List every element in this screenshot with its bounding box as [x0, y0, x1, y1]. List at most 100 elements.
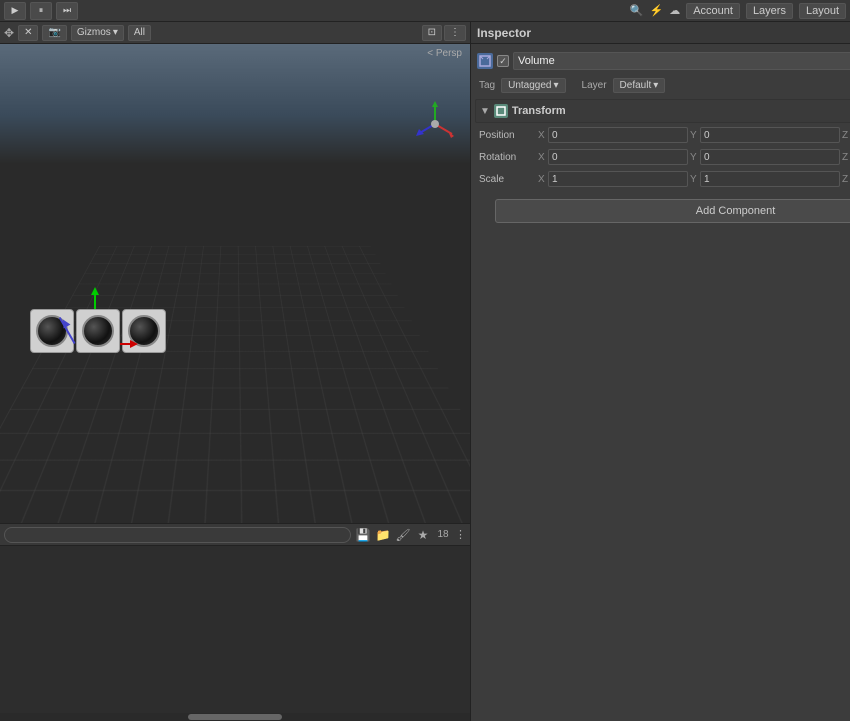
brush-icon[interactable]: 🖌	[395, 527, 411, 543]
scene-toolbar: ✥ ✕ 📷 Gizmos ▾ All ⊡ ⋮	[0, 22, 470, 44]
position-y-input[interactable]	[700, 127, 840, 143]
play-button[interactable]: ▶	[4, 2, 26, 20]
console-more-icon[interactable]: ⋮	[455, 529, 466, 541]
console-count: 18	[435, 527, 451, 543]
scene-view[interactable]: < Persp	[0, 44, 470, 523]
rotation-z-axis: Z	[842, 152, 850, 163]
scale-row: Scale X Y Z	[475, 169, 850, 189]
search-icon[interactable]: 🔍	[630, 4, 644, 17]
transform-title: Transform	[512, 105, 566, 117]
save-icon[interactable]: 💾	[355, 527, 371, 543]
layout-dropdown[interactable]: Layout	[799, 3, 846, 19]
object-header: Volume Static ▾	[475, 48, 850, 74]
console-search-input[interactable]	[4, 527, 351, 543]
position-x-axis: X	[538, 130, 548, 141]
scrollbar-thumb	[188, 714, 282, 720]
rotation-fields: X Y Z	[538, 149, 850, 165]
position-y-axis: Y	[690, 130, 700, 141]
object-active-checkbox[interactable]	[497, 55, 509, 67]
scale-x-axis: X	[538, 174, 548, 185]
position-y-field: Y	[690, 127, 840, 143]
scale-z-axis: Z	[842, 174, 850, 185]
rotation-row: Rotation X Y Z	[475, 147, 850, 167]
scale-label: Scale	[479, 174, 534, 185]
scale-y-field: Y	[690, 171, 840, 187]
camera-obj-center	[76, 309, 120, 353]
tag-layer-row: Tag Untagged ▾ Layer Default ▾	[475, 76, 850, 95]
scale-x-field: X	[538, 171, 688, 187]
top-bar: ▶ ⏸ ⏭ 🔍 ⚡ ☁ Account Layers Layout	[0, 0, 850, 22]
account-dropdown[interactable]: Account	[686, 3, 740, 19]
position-z-axis: Z	[842, 130, 850, 141]
scene-move-icon[interactable]: ✥	[4, 26, 14, 40]
object-name-input[interactable]: Volume	[513, 52, 850, 70]
star-icon[interactable]: ★	[415, 527, 431, 543]
scene-close-btn[interactable]: ✕	[18, 25, 38, 41]
layers-dropdown[interactable]: Layers	[746, 3, 793, 19]
rotation-y-input[interactable]	[700, 149, 840, 165]
rotation-z-field: Z	[842, 149, 850, 165]
layer-label: Layer	[582, 80, 607, 91]
console-toolbar: 💾 📁 🖌 ★ 18 ⋮	[0, 524, 470, 546]
position-fields: X Y Z	[538, 127, 850, 143]
tag-label: Tag	[479, 80, 495, 91]
playback-controls: ▶ ⏸ ⏭	[4, 2, 78, 20]
bolt-icon: ⚡	[649, 4, 663, 17]
rotation-label: Rotation	[479, 152, 534, 163]
position-x-input[interactable]	[548, 127, 688, 143]
tag-chevron-icon: ▾	[554, 80, 559, 91]
layer-value: Default	[620, 80, 652, 91]
inspector-topbar: Inspector 🔒 ⋮	[471, 22, 850, 44]
left-panel: ✥ ✕ 📷 Gizmos ▾ All ⊡ ⋮ < Persp	[0, 22, 470, 721]
scene-camera-btn[interactable]: 📷	[42, 25, 66, 41]
add-component-button[interactable]: Add Component	[495, 199, 850, 223]
folder-icon[interactable]: 📁	[375, 527, 391, 543]
inspector-body: Volume Static ▾ Tag Untagged ▾ Layer Def…	[471, 44, 850, 235]
object-icon	[477, 53, 493, 69]
gizmo-y-arrow	[91, 287, 99, 295]
scale-y-axis: Y	[690, 174, 700, 185]
scale-y-input[interactable]	[700, 171, 840, 187]
layer-chevron-icon: ▾	[653, 80, 658, 91]
scene-object	[30, 309, 166, 353]
corner-gizmo	[410, 99, 460, 149]
inspector-title: Inspector	[477, 26, 531, 40]
pause-button[interactable]: ⏸	[30, 2, 52, 20]
maximize-btn[interactable]: ⊡	[422, 25, 442, 41]
top-bar-right: 🔍 ⚡ ☁ Account Layers Layout	[630, 3, 846, 19]
tag-dropdown[interactable]: Untagged ▾	[501, 78, 565, 93]
transform-collapse-arrow: ▼	[480, 106, 490, 117]
all-dropdown[interactable]: All	[128, 25, 151, 41]
rotation-x-input[interactable]	[548, 149, 688, 165]
more-btn[interactable]: ⋮	[444, 25, 466, 41]
transform-section-header[interactable]: ▼ Transform ? ⚙ ⋮	[475, 99, 850, 123]
rotation-x-axis: X	[538, 152, 548, 163]
all-label: All	[134, 27, 145, 38]
position-x-field: X	[538, 127, 688, 143]
main-content: ✥ ✕ 📷 Gizmos ▾ All ⊡ ⋮ < Persp	[0, 22, 850, 721]
camera-obj-right	[122, 309, 166, 353]
gizmos-label: Gizmos	[77, 27, 111, 38]
position-z-field: Z	[842, 127, 850, 143]
tag-value: Untagged	[508, 80, 551, 91]
inspector-panel: Inspector 🔒 ⋮ Volume Static	[470, 22, 850, 721]
scale-z-field: Z	[842, 171, 850, 187]
gizmos-dropdown[interactable]: Gizmos ▾	[71, 25, 124, 41]
console-icons: 💾 📁 🖌 ★ 18	[355, 527, 451, 543]
scale-fields: X Y Z	[538, 171, 850, 187]
scale-x-input[interactable]	[548, 171, 688, 187]
rotation-x-field: X	[538, 149, 688, 165]
rotation-y-field: Y	[690, 149, 840, 165]
position-row: Position X Y Z	[475, 125, 850, 145]
gizmo-x-arrow	[130, 340, 138, 348]
cloud-icon: ☁	[669, 4, 680, 17]
layer-dropdown[interactable]: Default ▾	[613, 78, 666, 93]
gizmos-chevron-icon: ▾	[113, 27, 118, 38]
transform-icon	[494, 104, 508, 118]
step-button[interactable]: ⏭	[56, 2, 78, 20]
persp-label: < Persp	[427, 48, 462, 59]
scene-sky	[0, 44, 470, 164]
position-label: Position	[479, 130, 534, 141]
bottom-scrollbar[interactable]	[0, 713, 470, 721]
rotation-y-axis: Y	[690, 152, 700, 163]
